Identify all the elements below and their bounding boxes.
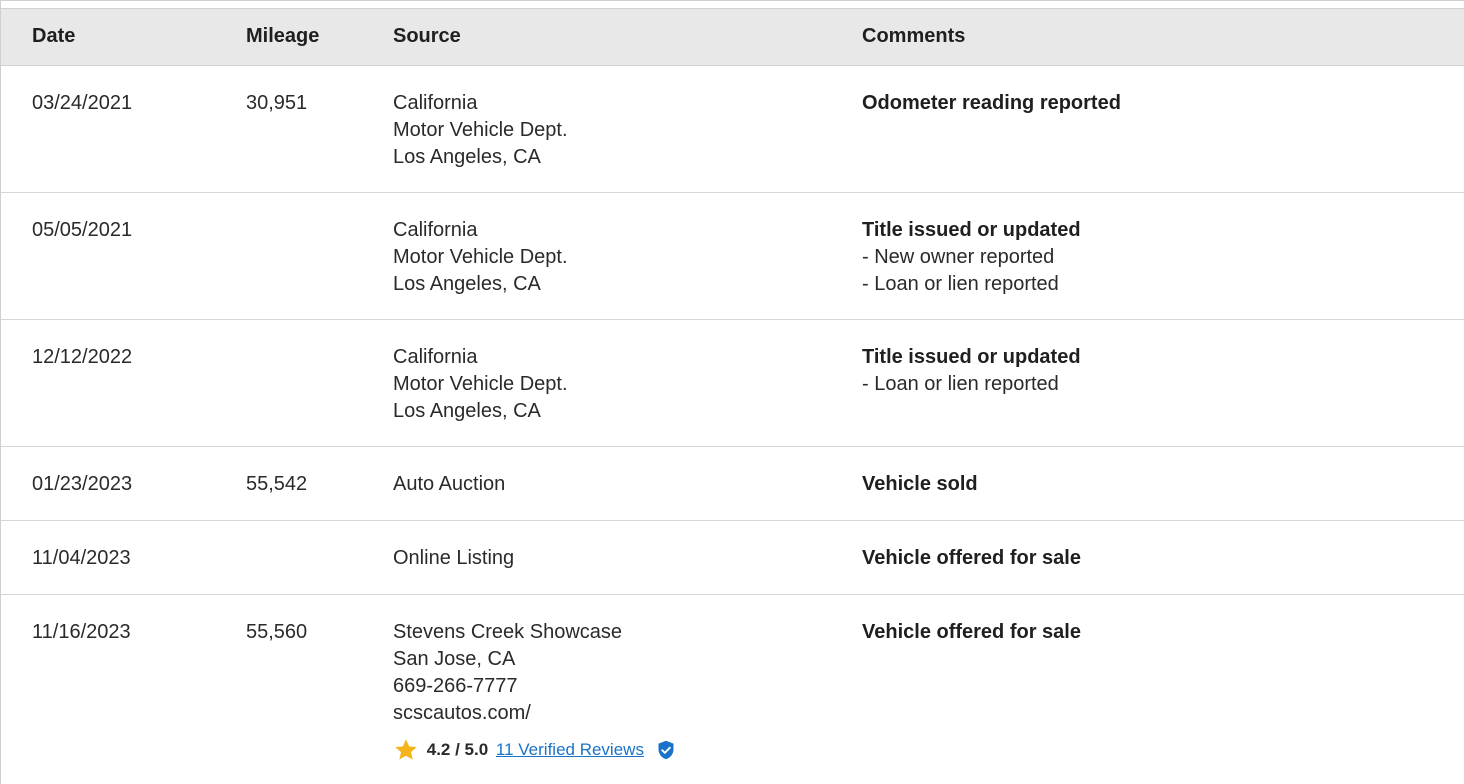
source-line: Los Angeles, CA xyxy=(393,400,541,422)
row-comments: Title issued or updated - Loan or lien r… xyxy=(862,344,1452,398)
row-source: Stevens Creek Showcase San Jose, CA 669-… xyxy=(393,619,833,762)
row-date: 11/16/2023 xyxy=(32,621,131,643)
comment-title: Vehicle offered for sale xyxy=(862,621,1081,643)
source-line: California xyxy=(393,92,478,114)
comment-detail: - Loan or lien reported xyxy=(862,273,1059,295)
comment-detail: - Loan or lien reported xyxy=(862,373,1059,395)
row-source: California Motor Vehicle Dept. Los Angel… xyxy=(393,344,833,425)
source-line: California xyxy=(393,219,478,241)
source-line: San Jose, CA xyxy=(393,648,516,670)
row-source: California Motor Vehicle Dept. Los Angel… xyxy=(393,217,833,298)
table-row: 05/05/2021 California Motor Vehicle Dept… xyxy=(1,193,1464,320)
row-date: 05/05/2021 xyxy=(32,219,133,241)
source-line: Auto Auction xyxy=(393,473,506,495)
source-line: Online Listing xyxy=(393,547,515,569)
row-source: Auto Auction xyxy=(393,471,833,498)
verified-shield-icon xyxy=(658,740,674,759)
source-line: 669-266-7777 xyxy=(393,675,518,697)
source-line: California xyxy=(393,346,478,368)
column-header-date: Date xyxy=(32,25,76,47)
column-header-comments: Comments xyxy=(862,25,966,47)
comment-title: Odometer reading reported xyxy=(862,92,1121,114)
row-comments: Vehicle offered for sale xyxy=(862,545,1452,572)
source-line: Motor Vehicle Dept. xyxy=(393,373,568,395)
row-source: California Motor Vehicle Dept. Los Angel… xyxy=(393,90,833,171)
source-line: scscautos.com/ xyxy=(393,702,531,724)
row-mileage: 55,560 xyxy=(246,621,308,643)
comment-title: Title issued or updated xyxy=(862,346,1081,368)
table-row: 03/24/2021 30,951 California Motor Vehic… xyxy=(1,66,1464,193)
column-header-source: Source xyxy=(393,25,461,47)
row-mileage: 30,951 xyxy=(246,92,308,114)
row-mileage: 55,542 xyxy=(246,473,308,495)
row-comments: Odometer reading reported xyxy=(862,90,1452,117)
verified-reviews-link[interactable]: 11 Verified Reviews xyxy=(496,740,644,759)
row-date: 12/12/2022 xyxy=(32,346,133,368)
comment-title: Vehicle offered for sale xyxy=(862,547,1081,569)
source-line: Motor Vehicle Dept. xyxy=(393,246,568,268)
source-line: Motor Vehicle Dept. xyxy=(393,119,568,141)
table-header: Date Mileage Source Comments xyxy=(1,8,1464,66)
table-row: 11/16/2023 55,560 Stevens Creek Showcase… xyxy=(1,595,1464,784)
comment-title: Title issued or updated xyxy=(862,219,1081,241)
table-row: 12/12/2022 California Motor Vehicle Dept… xyxy=(1,320,1464,447)
source-line: Los Angeles, CA xyxy=(393,273,541,295)
dealer-rating: 4.2 / 5.0 11 Verified Reviews xyxy=(393,736,833,762)
star-icon xyxy=(395,738,417,760)
row-date: 03/24/2021 xyxy=(32,92,133,114)
source-line: Los Angeles, CA xyxy=(393,146,541,168)
row-comments: Title issued or updated - New owner repo… xyxy=(862,217,1452,298)
row-comments: Vehicle sold xyxy=(862,471,1452,498)
comment-detail: - New owner reported xyxy=(862,246,1055,268)
top-strip xyxy=(1,1,1464,8)
vehicle-history-page: Date Mileage Source Comments 03/24/2021 … xyxy=(0,0,1464,784)
column-header-mileage: Mileage xyxy=(246,25,320,47)
row-date: 11/04/2023 xyxy=(32,547,131,569)
rating-score: 4.2 / 5.0 xyxy=(426,739,489,759)
row-comments: Vehicle offered for sale xyxy=(862,619,1452,646)
table-row: 11/04/2023 Online Listing Vehicle offere… xyxy=(1,521,1464,595)
row-date: 01/23/2023 xyxy=(32,473,133,495)
table-row: 01/23/2023 55,542 Auto Auction Vehicle s… xyxy=(1,447,1464,521)
comment-title: Vehicle sold xyxy=(862,473,978,495)
source-line: Stevens Creek Showcase xyxy=(393,621,623,643)
row-source: Online Listing xyxy=(393,545,833,572)
